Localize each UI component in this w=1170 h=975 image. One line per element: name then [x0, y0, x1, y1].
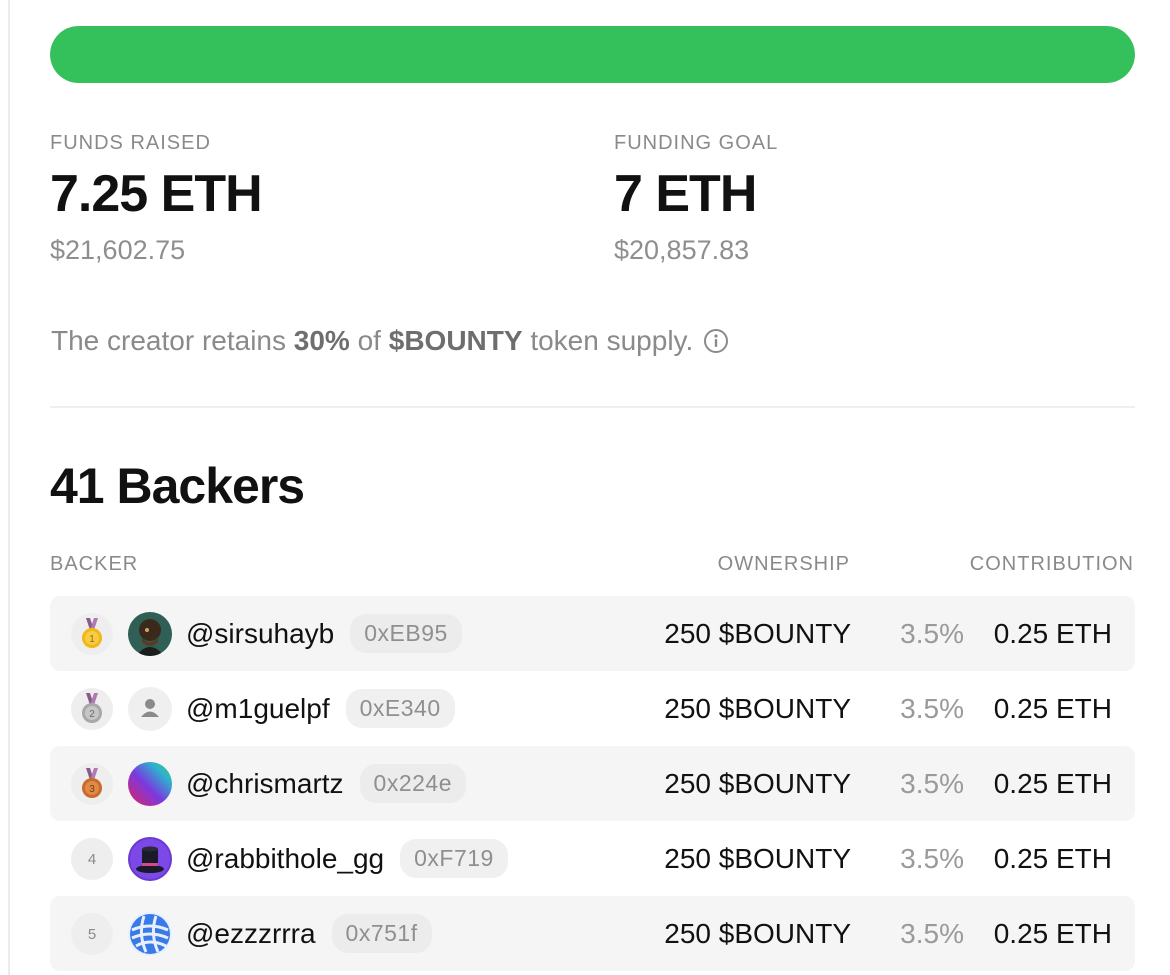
funding-goal-label: FUNDING GOAL	[614, 132, 779, 154]
ownership-value: 250 $BOUNTY	[664, 917, 851, 949]
column-header-ownership: OWNERSHIP	[717, 553, 850, 575]
default-user-avatar	[128, 687, 172, 731]
rank-badge: 5	[71, 913, 113, 955]
wallet-address-chip[interactable]: 0xF719	[400, 839, 508, 878]
backer-identity: @chrismartz 0x224e	[186, 746, 467, 821]
ownership-percent: 3.5%	[900, 617, 964, 649]
purple-hat-avatar	[128, 837, 172, 881]
table-row[interactable]: 5 @ezzzrrra 0x751f 250 $BOUNTY 3.5% 0.25…	[50, 896, 1135, 971]
ownership-percent: 3.5%	[900, 692, 964, 724]
funds-raised-label: FUNDS RAISED	[50, 132, 211, 154]
table-row[interactable]: 1 @sirsuhayb 0xEB95 250 $BOUNTY 3.5% 0.2…	[50, 596, 1135, 671]
creator-retains-note: The creator retains 30% of $BOUNTY token…	[51, 322, 729, 360]
retain-middle: of	[357, 325, 381, 356]
backer-identity: @ezzzrrra 0x751f	[186, 896, 432, 971]
retain-prefix: The creator retains	[51, 325, 286, 356]
table-row[interactable]: 3 @chrismartz 0x224e 250 $BOUNTY 3.5% 0.…	[50, 746, 1135, 821]
backer-handle[interactable]: @rabbithole_gg	[186, 843, 384, 875]
retain-token: $BOUNTY	[388, 325, 523, 356]
backer-identity: @sirsuhayb 0xEB95	[186, 596, 462, 671]
funding-goal-stat: FUNDING GOAL 7 ETH $20,857.83	[614, 132, 778, 265]
ownership-value: 250 $BOUNTY	[664, 692, 851, 724]
backer-handle[interactable]: @m1guelpf	[186, 693, 330, 725]
retain-suffix: token supply.	[530, 325, 694, 356]
wallet-address-chip[interactable]: 0x751f	[331, 914, 432, 953]
backers-title: 41 Backers	[50, 458, 305, 514]
svg-text:2: 2	[89, 709, 95, 720]
funding-goal-value: 7 ETH	[614, 165, 757, 223]
funding-progress-bar	[50, 26, 1135, 83]
ownership-percent: 3.5%	[900, 842, 964, 874]
contribution-value: 0.25 ETH	[993, 692, 1112, 724]
wallet-address-chip[interactable]: 0xE340	[345, 689, 455, 728]
backer-identity: @m1guelpf 0xE340	[186, 671, 455, 746]
table-row[interactable]: 2 @m1guelpf 0xE340 250 $BOUNTY 3.5% 0.25…	[50, 671, 1135, 746]
photo-avatar	[128, 612, 172, 656]
left-border	[8, 0, 10, 975]
funds-raised-stat: FUNDS RAISED 7.25 ETH $21,602.75	[50, 132, 263, 265]
column-header-backer: BACKER	[50, 553, 139, 575]
gradient-avatar	[128, 762, 172, 806]
wallet-address-chip[interactable]: 0x224e	[359, 764, 467, 803]
ownership-percent: 3.5%	[900, 767, 964, 799]
silver-medal-icon: 2	[71, 688, 113, 730]
funding-progress-fill	[50, 26, 1135, 83]
ownership-value: 250 $BOUNTY	[664, 842, 851, 874]
section-divider	[50, 406, 1135, 408]
contribution-value: 0.25 ETH	[993, 767, 1112, 799]
backers-table: 1 @sirsuhayb 0xEB95 250 $BOUNTY 3.5% 0.2…	[50, 596, 1135, 971]
contribution-value: 0.25 ETH	[993, 917, 1112, 949]
backer-handle[interactable]: @sirsuhayb	[186, 618, 334, 650]
funding-goal-usd: $20,857.83	[614, 235, 750, 265]
ownership-value: 250 $BOUNTY	[664, 767, 851, 799]
backer-identity: @rabbithole_gg 0xF719	[186, 821, 508, 896]
contribution-value: 0.25 ETH	[993, 617, 1112, 649]
contribution-value: 0.25 ETH	[993, 842, 1112, 874]
gold-medal-icon: 1	[71, 613, 113, 655]
svg-text:3: 3	[89, 784, 95, 795]
info-icon[interactable]	[703, 328, 729, 354]
bronze-medal-icon: 3	[71, 763, 113, 805]
funds-raised-usd: $21,602.75	[50, 235, 186, 265]
retain-percent: 30%	[293, 325, 350, 356]
table-row[interactable]: 4 @rabbithole_gg 0xF719 250 $BOUNTY 3.5%…	[50, 821, 1135, 896]
blue-globe-avatar	[128, 912, 172, 956]
rank-badge: 4	[71, 838, 113, 880]
column-header-contribution: CONTRIBUTION	[969, 553, 1134, 575]
funds-raised-value: 7.25 ETH	[50, 165, 263, 223]
ownership-value: 250 $BOUNTY	[664, 617, 851, 649]
ownership-percent: 3.5%	[900, 917, 964, 949]
wallet-address-chip[interactable]: 0xEB95	[350, 614, 462, 653]
svg-text:1: 1	[89, 634, 95, 645]
backer-handle[interactable]: @chrismartz	[186, 768, 344, 800]
backer-handle[interactable]: @ezzzrrra	[186, 918, 316, 950]
